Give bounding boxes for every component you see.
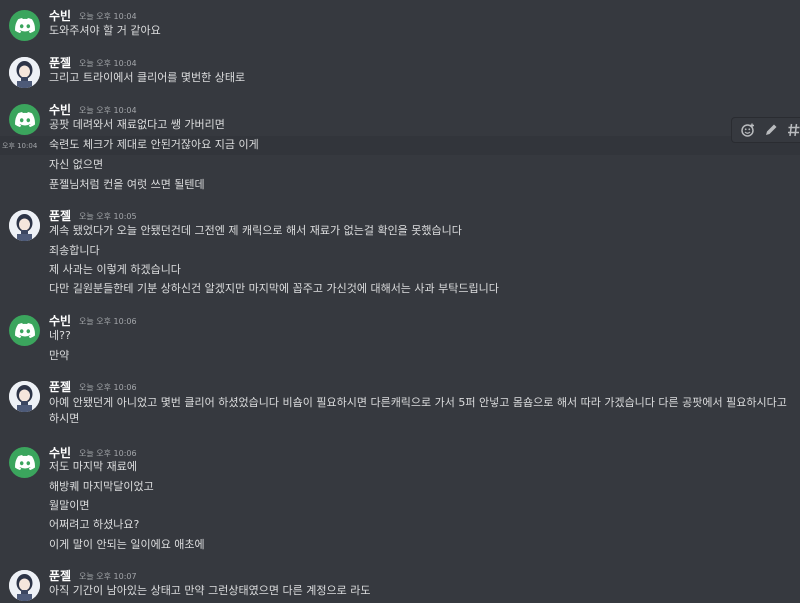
pencil-icon[interactable]	[764, 123, 778, 137]
timestamp: 오늘 오후 10:06	[79, 317, 137, 326]
message-text: 숙련도 체크가 제대로 안된거잖아요 지금 이게	[49, 138, 259, 151]
message-text: 공팟 데려와서 재료없다고 쌩 가버리면	[49, 118, 225, 131]
anime-avatar-icon	[9, 381, 40, 412]
avatar[interactable]	[9, 10, 40, 41]
timestamp: 오늘 오후 10:06	[79, 383, 137, 392]
username[interactable]: 수빈	[49, 8, 71, 24]
message-text: 푼젤님처럼 컨을 여럿 쓰면 될텐데	[49, 178, 205, 191]
message-list: 수빈 오늘 오후 10:04 도와주셔야 할 거 같아요 푼젤 오늘 오후 10…	[0, 0, 800, 603]
username[interactable]: 푼젤	[49, 55, 71, 71]
message-text: 자신 없으면	[49, 158, 104, 171]
timestamp: 오늘 오후 10:04	[79, 106, 137, 115]
avatar[interactable]	[9, 381, 40, 412]
message-text: 죄송합니다	[49, 244, 100, 257]
message-text: 다만 길원분들한테 기분 상하신건 알겠지만 마지막에 꼽주고 가신것에 대해서…	[49, 282, 499, 295]
add-reaction-icon[interactable]	[741, 123, 755, 137]
avatar[interactable]	[9, 104, 40, 135]
discord-logo-icon	[14, 18, 35, 33]
discord-logo-icon	[14, 323, 35, 338]
discord-logo-icon	[14, 112, 35, 127]
message-text: 그리고 트라이에서 클리어를 몇번한 상태로	[49, 71, 246, 84]
username[interactable]: 푼젤	[49, 208, 71, 224]
avatar[interactable]	[9, 57, 40, 88]
username[interactable]: 푼젤	[49, 379, 71, 395]
message-text: 월말이면	[49, 499, 90, 512]
message-text: 해방퀘 마지막달이었고	[49, 480, 154, 493]
hover-timestamp: 오후 10:04	[2, 142, 38, 150]
timestamp: 오늘 오후 10:07	[79, 572, 137, 581]
message-text: 네??	[49, 329, 71, 342]
message-toolbar	[731, 117, 800, 143]
anime-avatar-icon	[9, 570, 40, 601]
anime-avatar-icon	[9, 57, 40, 88]
thread-icon[interactable]	[787, 123, 800, 137]
message-text: 제 사과는 이렇게 하겠습니다	[49, 263, 181, 276]
username[interactable]: 수빈	[49, 102, 71, 118]
avatar[interactable]	[9, 210, 40, 241]
username[interactable]: 수빈	[49, 313, 71, 329]
message-text: 도와주셔야 할 거 같아요	[49, 24, 161, 37]
message-text: 만약	[49, 349, 70, 362]
avatar[interactable]	[9, 570, 40, 601]
message-text: 이게 말이 안되는 일이에요 애초에	[49, 538, 205, 551]
message-text: 계속 됐었다가 오늘 안됐던건데 그전엔 제 캐릭으로 해서 재료가 없는걸 확…	[49, 224, 462, 237]
avatar[interactable]	[9, 447, 40, 478]
username[interactable]: 푼젤	[49, 568, 71, 584]
timestamp: 오늘 오후 10:05	[79, 212, 137, 221]
discord-logo-icon	[14, 455, 35, 470]
message-text: 아예 안됐던게 아니었고 몇번 클리어 하셨었습니다 비숍이 필요하시면 다른캐…	[49, 396, 787, 425]
message-text: 저도 마지막 재료에	[49, 460, 137, 473]
message-text: 어쩌려고 하셨나요?	[49, 518, 140, 531]
timestamp: 오늘 오후 10:04	[79, 59, 137, 68]
message-text: 아직 기간이 남아있는 상태고 만약 그런상태였으면 다른 계정으로 라도	[49, 584, 371, 597]
anime-avatar-icon	[9, 210, 40, 241]
avatar[interactable]	[9, 315, 40, 346]
timestamp: 오늘 오후 10:04	[79, 12, 137, 21]
